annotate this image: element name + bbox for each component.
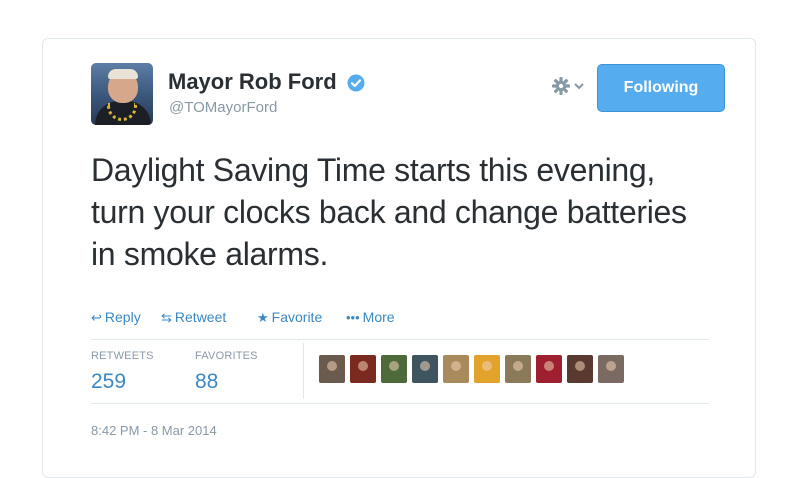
ellipsis-icon: ••• [346, 310, 360, 325]
avatar-hair-shape [108, 69, 138, 79]
favoriter-avatar[interactable] [536, 355, 562, 383]
retweet-label: Retweet [174, 309, 227, 325]
reply-action[interactable]: ↩ Reply [91, 309, 141, 326]
retweets-label: RETWEETS [91, 350, 154, 362]
divider-top [91, 339, 709, 340]
stats-separator [303, 343, 304, 399]
favorites-count[interactable]: 88 [195, 370, 218, 394]
star-icon: ★ [257, 310, 269, 325]
favoriter-avatar[interactable] [443, 355, 469, 383]
tweet-card: Mayor Rob Ford @TOMayorFord Following Da… [42, 38, 756, 478]
user-handle[interactable]: @TOMayorFord [169, 99, 277, 116]
chevron-down-icon [574, 83, 584, 90]
display-name[interactable]: Mayor Rob Ford [168, 69, 337, 95]
favoriter-avatar[interactable] [505, 355, 531, 383]
reply-icon: ↩ [91, 310, 102, 325]
favoriter-avatar[interactable] [350, 355, 376, 383]
favoriter-avatar[interactable] [381, 355, 407, 383]
divider-bottom [91, 403, 709, 404]
tweet-timestamp[interactable]: 8:42 PM - 8 Mar 2014 [91, 423, 217, 438]
favoriter-avatar[interactable] [567, 355, 593, 383]
favoriter-avatar[interactable] [598, 355, 624, 383]
retweet-icon: ⇆ [161, 310, 172, 325]
verified-badge-icon [347, 74, 365, 92]
tweet-text: Daylight Saving Time starts this evening… [91, 152, 687, 272]
more-label: More [362, 309, 395, 325]
more-action[interactable]: ••• More [346, 309, 395, 325]
retweet-action[interactable]: ⇆ Retweet [161, 309, 226, 326]
favoriter-avatar[interactable] [474, 355, 500, 383]
favorite-action[interactable]: ★ Favorite [257, 309, 322, 326]
reply-label: Reply [104, 309, 141, 325]
favorites-label: FAVORITES [195, 350, 258, 362]
favorite-label: Favorite [271, 309, 323, 325]
favoriter-avatar[interactable] [412, 355, 438, 383]
retweets-count[interactable]: 259 [91, 370, 126, 394]
following-button[interactable]: Following [597, 64, 725, 112]
avatar[interactable] [91, 63, 153, 125]
favoriter-avatar[interactable] [319, 355, 345, 383]
gear-icon[interactable] [551, 75, 589, 97]
